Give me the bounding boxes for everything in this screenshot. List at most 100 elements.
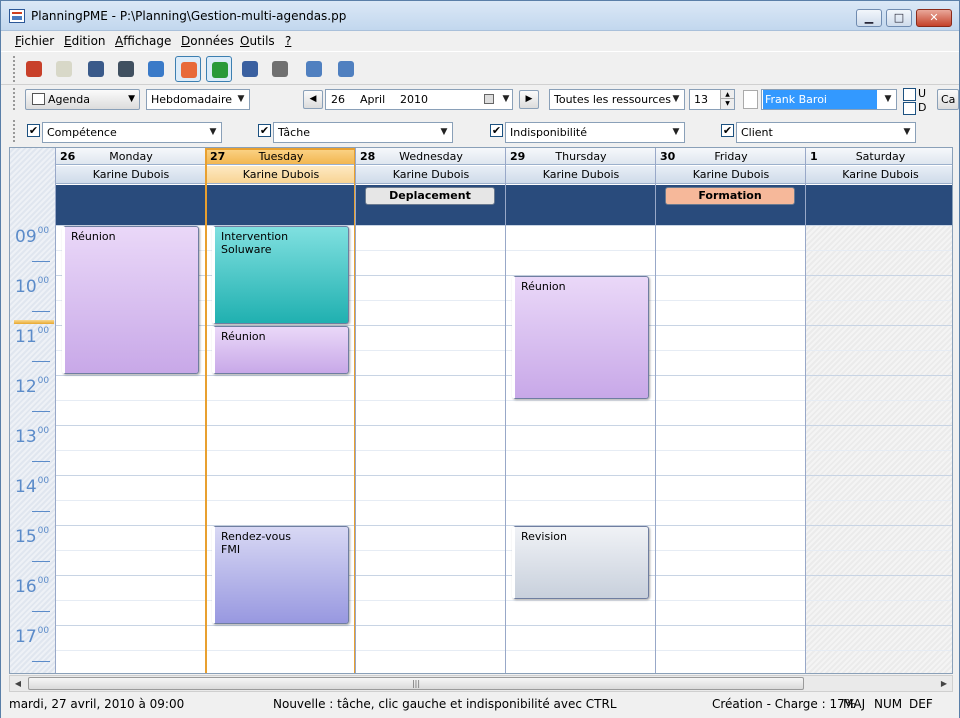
toolbar-button-user-group[interactable] (83, 56, 109, 82)
close-button[interactable]: ✕ (916, 9, 952, 27)
app-icon (9, 9, 25, 23)
resource-header[interactable]: Karine Dubois (356, 166, 506, 184)
toolbar-button-tools[interactable] (267, 56, 293, 82)
event-intervention[interactable]: Intervention Soluware (212, 226, 349, 324)
filter-indisponibilite-checkbox[interactable]: ✔ (490, 124, 503, 137)
allday-area[interactable] (206, 185, 356, 225)
menu-donnees[interactable]: Données (181, 34, 234, 48)
resource-header[interactable]: Karine Dubois (206, 166, 356, 184)
slot-line (356, 550, 506, 551)
user-color-swatch[interactable] (743, 90, 758, 109)
allday-area[interactable]: Deplacement (356, 185, 506, 225)
spin-down-icon[interactable]: ▼ (720, 99, 734, 109)
filter-competence-select[interactable]: Compétence ▼ (42, 122, 222, 143)
day-header[interactable]: 28 Wednesday (356, 148, 506, 165)
menu-accel: D (181, 34, 191, 48)
filter-client-select[interactable]: Client ▼ (736, 122, 916, 143)
toolbar-button-binder[interactable] (113, 56, 139, 82)
maximize-button[interactable]: □ (886, 9, 912, 27)
truncated-button[interactable]: Ca (937, 89, 959, 110)
slot-line (656, 525, 806, 526)
toolbar-button-agenda-view[interactable] (175, 56, 201, 82)
day-header[interactable]: 29 Thursday (506, 148, 656, 165)
toolbar-button-users[interactable] (21, 56, 47, 82)
filter-label: Tâche (278, 126, 310, 139)
u-label: U (918, 87, 927, 100)
slot-line (356, 650, 506, 651)
event-revision[interactable]: Revision (512, 526, 649, 599)
resource-header[interactable]: Karine Dubois (506, 166, 656, 184)
menu-affichage[interactable]: Affichage (115, 34, 171, 48)
hour-label: 1400 (15, 476, 49, 497)
view-agenda-button[interactable]: Agenda ▼ (25, 89, 140, 110)
time-slots[interactable] (356, 225, 506, 673)
time-slots[interactable] (806, 225, 952, 673)
day-header[interactable]: 1 Saturday (806, 148, 952, 165)
toolbar-button-globe[interactable] (143, 56, 169, 82)
time-slots[interactable] (656, 225, 806, 673)
filter-client-checkbox[interactable]: ✔ (721, 124, 734, 137)
day-header[interactable]: 27 Tuesday (206, 148, 356, 165)
menu-fichier[interactable]: Fichier (15, 34, 54, 48)
filter-indisponibilite-select[interactable]: Indisponibilité ▼ (505, 122, 685, 143)
d-checkbox[interactable] (903, 102, 916, 115)
calendar-icon[interactable] (484, 94, 494, 104)
event-rendez-vous[interactable]: Rendez-vous FMI (212, 526, 349, 624)
allday-event[interactable]: Deplacement (365, 187, 495, 205)
resource-header[interactable]: Karine Dubois (56, 166, 206, 184)
u-checkbox[interactable] (903, 88, 916, 101)
chevron-down-icon: ▼ (128, 94, 135, 104)
event-title: Réunion (521, 280, 566, 293)
user-select[interactable]: Frank Baroi ▼ (761, 89, 897, 110)
resource-header[interactable]: Karine Dubois (806, 166, 952, 184)
spin-up-icon[interactable]: ▲ (720, 90, 734, 99)
prev-date-button[interactable]: ◀ (303, 90, 323, 109)
allday-area[interactable]: Formation (656, 185, 806, 225)
slot-line (206, 400, 356, 401)
event-r-union[interactable]: Réunion (62, 226, 199, 374)
allday-area[interactable] (56, 185, 206, 225)
count-spinner[interactable]: 13 ▲ ▼ (689, 89, 735, 110)
menu-help[interactable]: ? (285, 34, 291, 48)
toolbar-button-export[interactable] (301, 56, 327, 82)
filterbar-grip[interactable] (13, 120, 15, 144)
allday-area[interactable] (506, 185, 656, 225)
scroll-right-icon[interactable]: ▶ (938, 678, 950, 689)
event-subtitle: Soluware (221, 243, 272, 256)
resources-select[interactable]: Toutes les ressources ▼ (549, 89, 685, 110)
filter-tache-checkbox[interactable]: ✔ (258, 124, 271, 137)
filter-tache-select[interactable]: Tâche ▼ (273, 122, 453, 143)
minimize-button[interactable]: ▁ (856, 9, 882, 27)
event-r-union[interactable]: Réunion (512, 276, 649, 399)
day-header[interactable]: 30 Friday (656, 148, 806, 165)
slot-line (656, 425, 806, 426)
next-date-button[interactable]: ▶ (519, 90, 539, 109)
menu-outils[interactable]: Outils (240, 34, 275, 48)
toolbar-button-import[interactable] (333, 56, 359, 82)
title-bar[interactable]: PlanningPME - P:\Planning\Gestion-multi-… (1, 1, 959, 31)
scroll-thumb[interactable]: ||| (28, 677, 804, 690)
slot-line (206, 425, 356, 426)
toolbar-button-grid[interactable] (237, 56, 263, 82)
day-column-tuesday: 27 Tuesday Karine Dubois Intervention Soluwa… (205, 148, 356, 673)
hour-minutes: 00 (37, 226, 50, 236)
scroll-left-icon[interactable]: ◀ (12, 678, 24, 689)
slot-line (206, 625, 356, 626)
allday-area[interactable] (806, 185, 952, 225)
resource-header[interactable]: Karine Dubois (656, 166, 806, 184)
allday-event[interactable]: Formation (665, 187, 795, 205)
period-select[interactable]: Hebdomadaire ▼ (146, 89, 250, 110)
date-picker[interactable]: 26 April 2010 ▼ (325, 89, 513, 110)
event-r-union[interactable]: Réunion (212, 326, 349, 374)
hour-number: 11 (15, 327, 37, 347)
toolbar-grip[interactable] (13, 56, 15, 82)
horizontal-scrollbar[interactable]: ◀ ||| ▶ (9, 675, 953, 692)
toolbar-button-add-task[interactable] (206, 56, 232, 82)
filter-competence-checkbox[interactable]: ✔ (27, 124, 40, 137)
user-group-icon (88, 61, 104, 77)
chevron-down-icon[interactable]: ▼ (500, 90, 512, 109)
menu-edition[interactable]: Edition (64, 34, 106, 48)
day-header[interactable]: 26 Monday (56, 148, 206, 165)
controlbar-grip[interactable] (13, 88, 15, 112)
toolbar-button-notepad[interactable] (51, 56, 77, 82)
